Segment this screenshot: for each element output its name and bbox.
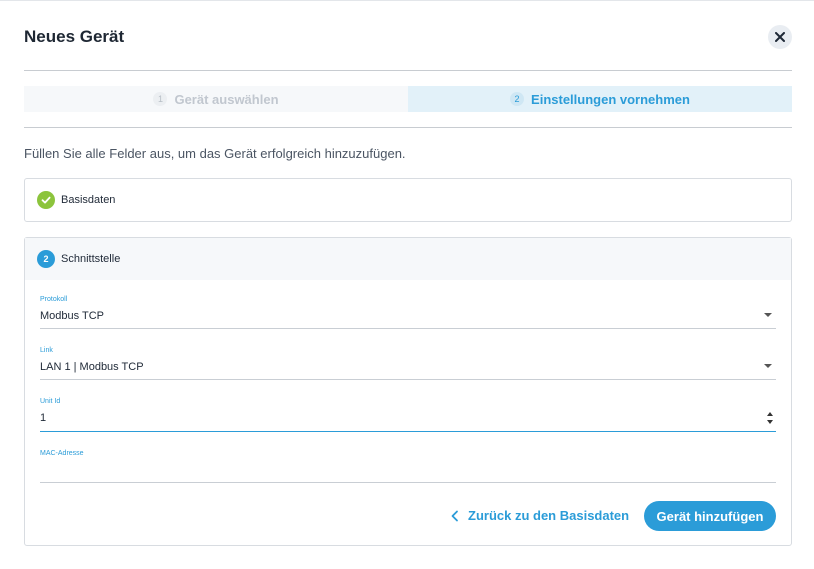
step-settings[interactable]: 2 Einstellungen vornehmen [408,86,792,112]
stepper-up-icon[interactable] [767,412,773,416]
panel-header[interactable]: 2 Schnittstelle [25,238,791,280]
panel-header: Basisdaten [25,179,791,221]
field-label: Unit Id [40,398,61,405]
step-number: 1 [153,92,168,106]
back-to-basisdaten-link[interactable]: Zurück zu den Basisdaten [450,508,629,523]
step-number: 2 [510,92,525,106]
unit-id-input[interactable]: 1 [40,411,776,432]
check-icon [37,191,55,209]
back-link-label: Zurück zu den Basisdaten [468,508,630,523]
chevron-down-icon [764,313,772,317]
field-value: LAN 1 | Modbus TCP [40,361,144,373]
new-device-dialog: Neues Gerät 1 Gerät auswählen 2 Einstell… [0,0,814,569]
step-select-device[interactable]: 1 Gerät auswählen [24,86,408,112]
intro-text: Füllen Sie alle Felder aus, um das Gerät… [24,146,406,161]
close-button[interactable] [768,25,792,49]
protokoll-field[interactable]: Protokoll Modbus TCP [40,296,776,329]
step-label: Einstellungen vornehmen [531,91,690,107]
add-device-button[interactable]: Gerät hinzufügen [644,501,776,531]
panel-schnittstelle: 2 Schnittstelle Protokoll Modbus TCP Lin… [24,237,792,546]
mac-field[interactable]: MAC-Adresse [40,450,776,483]
close-icon [775,32,785,42]
stepper-down-icon[interactable] [767,420,773,424]
field-label: Link [40,347,53,354]
step-label: Gerät auswählen [174,91,279,107]
chevron-left-icon [451,510,458,521]
field-label: MAC-Adresse [40,450,84,457]
panel-title: Schnittstelle [61,253,121,265]
stepper-divider [24,127,792,128]
header-divider [24,70,792,71]
stepper: 1 Gerät auswählen 2 Einstellungen vorneh… [24,86,792,112]
field-value: Modbus TCP [40,310,104,322]
step-badge: 2 [37,250,55,268]
number-stepper[interactable] [766,412,774,424]
dialog-title: Neues Gerät [24,27,125,46]
link-select[interactable]: LAN 1 | Modbus TCP [40,360,776,380]
field-label: Protokoll [40,296,68,303]
panel-basisdaten[interactable]: Basisdaten [24,178,792,222]
protokoll-select[interactable]: Modbus TCP [40,309,776,329]
link-field[interactable]: Link LAN 1 | Modbus TCP [40,347,776,380]
field-value: 1 [40,412,47,424]
mac-input[interactable] [40,463,776,483]
panel-title: Basisdaten [61,194,116,206]
chevron-down-icon [764,364,772,368]
unit-id-field[interactable]: Unit Id 1 [40,398,776,432]
